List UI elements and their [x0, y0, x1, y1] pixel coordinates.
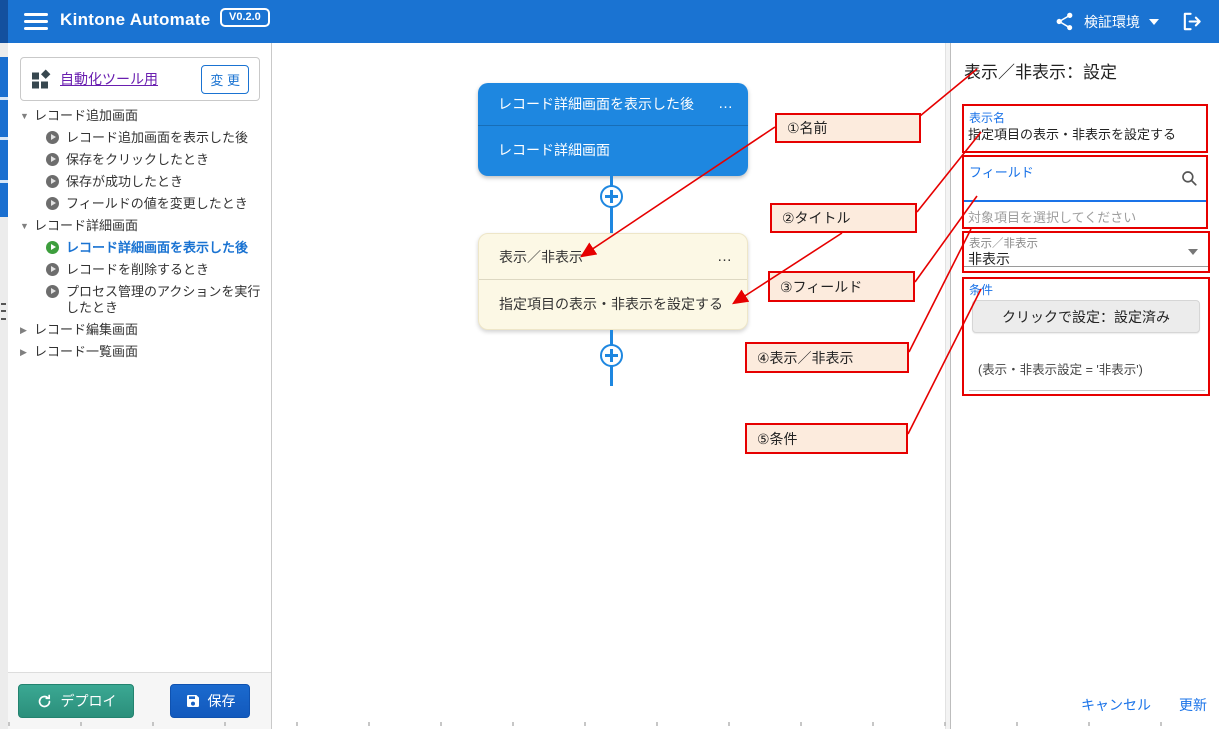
app-selector-box: 自動化ツール用 変 更 — [20, 57, 260, 101]
tree-item-detail-shown[interactable]: レコード詳細画面を表示した後 — [8, 237, 271, 259]
event-play-icon — [46, 175, 59, 188]
caret-down-icon[interactable]: ▼ — [20, 108, 34, 124]
condition-label: 条件 — [969, 281, 993, 298]
field-search-input[interactable] — [968, 181, 1176, 199]
event-play-icon — [46, 153, 59, 166]
search-icon[interactable] — [1180, 169, 1198, 187]
node-menu-icon[interactable]: … — [716, 99, 736, 109]
event-play-icon — [46, 197, 59, 210]
window-edge-strip — [0, 0, 8, 729]
edge-strip-header-segment — [0, 0, 8, 43]
tree-group-record-detail[interactable]: ▼ レコード詳細画面 — [8, 215, 271, 237]
trigger-node-title: レコード詳細画面を表示した後 — [498, 94, 716, 114]
tree-item-process-action[interactable]: プロセス管理のアクションを実行したとき — [8, 281, 271, 319]
condition-section: 条件 クリックで設定：設定済み (表示・非表示設定 = '非表示') — [962, 277, 1210, 396]
annotation-title: ②タイトル — [770, 203, 917, 233]
node-menu-icon[interactable]: … — [715, 252, 735, 262]
save-button[interactable]: 保存 — [170, 684, 250, 718]
share-icon[interactable] — [1054, 11, 1075, 32]
event-tree: ▼ レコード追加画面 レコード追加画面を表示した後 保存をクリックしたとき 保存… — [8, 105, 271, 363]
visibility-select[interactable]: 表示／非表示 非表示 — [962, 231, 1210, 273]
app-title: Kintone Automate — [60, 10, 211, 30]
annotation-name: ①名前 — [775, 113, 921, 143]
tree-item-save-clicked[interactable]: 保存をクリックしたとき — [8, 149, 271, 171]
field-selector: フィールド 対象項目を選択してください — [962, 155, 1208, 229]
save-disk-icon — [185, 693, 201, 709]
change-app-button[interactable]: 変 更 — [201, 65, 249, 94]
event-play-icon — [46, 263, 59, 276]
action-node-title: 表示／非表示 — [499, 247, 715, 267]
tree-group-record-list[interactable]: ▶ レコード一覧画面 — [8, 341, 271, 363]
display-name-input[interactable] — [968, 126, 1204, 141]
environment-selector[interactable]: 検証環境 — [1054, 0, 1159, 43]
logout-icon[interactable] — [1181, 10, 1205, 34]
app-root: Kintone Automate V0.2.0 検証環境 自動化ツール用 変 更… — [0, 0, 1219, 729]
annotation-condition: ⑤条件 — [745, 423, 908, 454]
add-step-plus-icon[interactable] — [600, 344, 623, 367]
annotation-visibility: ④表示／非表示 — [745, 342, 909, 373]
environment-label: 検証環境 — [1084, 12, 1140, 32]
tree-item-save-success[interactable]: 保存が成功したとき — [8, 171, 271, 193]
sidebar: 自動化ツール用 変 更 ▼ レコード追加画面 レコード追加画面を表示した後 保存… — [8, 43, 272, 729]
bottom-ruler-ticks — [8, 722, 1219, 726]
chevron-down-icon[interactable] — [1149, 19, 1159, 25]
hamburger-menu-icon[interactable] — [24, 11, 48, 31]
annotation-field: ③フィールド — [768, 271, 915, 302]
caret-down-icon[interactable]: ▼ — [20, 218, 34, 234]
field-label: フィールド — [969, 162, 1034, 181]
tree-item-add-shown[interactable]: レコード追加画面を表示した後 — [8, 127, 271, 149]
app-name-link[interactable]: 自動化ツール用 — [60, 69, 192, 89]
app-icon — [31, 69, 51, 89]
display-name-field: 表示名 — [962, 104, 1208, 153]
add-step-plus-icon[interactable] — [600, 185, 623, 208]
sync-icon — [36, 693, 53, 710]
display-name-label: 表示名 — [969, 109, 1005, 126]
event-play-icon — [46, 241, 59, 254]
cancel-button[interactable]: キャンセル — [1081, 695, 1151, 715]
trigger-node[interactable]: レコード詳細画面を表示した後 … レコード詳細画面 — [478, 83, 748, 176]
deploy-button[interactable]: デプロイ — [18, 684, 134, 718]
field-input-underline — [964, 200, 1206, 202]
top-header: Kintone Automate V0.2.0 検証環境 — [8, 0, 1219, 43]
event-play-icon — [46, 285, 59, 298]
action-node[interactable]: 表示／非表示 … 指定項目の表示・非表示を設定する — [478, 233, 748, 330]
field-placeholder: 対象項目を選択してください — [968, 207, 1136, 226]
caret-right-icon[interactable]: ▶ — [20, 344, 34, 360]
event-play-icon — [46, 131, 59, 144]
caret-right-icon[interactable]: ▶ — [20, 322, 34, 338]
update-button[interactable]: 更新 — [1179, 695, 1207, 715]
condition-expression: (表示・非表示設定 = '非表示') — [978, 359, 1143, 378]
trigger-node-subtitle: レコード詳細画面 — [478, 126, 748, 174]
tree-item-record-delete[interactable]: レコードを削除するとき — [8, 259, 271, 281]
tree-group-record-add[interactable]: ▼ レコード追加画面 — [8, 105, 271, 127]
version-badge: V0.2.0 — [220, 8, 270, 27]
tree-group-record-edit[interactable]: ▶ レコード編集画面 — [8, 319, 271, 341]
action-node-subtitle: 指定項目の表示・非表示を設定する — [479, 280, 747, 328]
sidebar-footer: デプロイ 保存 — [8, 672, 271, 729]
panel-title: 表示／非表示：設定 — [964, 58, 1117, 83]
tree-item-field-changed[interactable]: フィールドの値を変更したとき — [8, 193, 271, 215]
dropdown-arrow-icon[interactable] — [1188, 249, 1198, 255]
condition-set-button[interactable]: クリックで設定：設定済み — [972, 300, 1200, 333]
